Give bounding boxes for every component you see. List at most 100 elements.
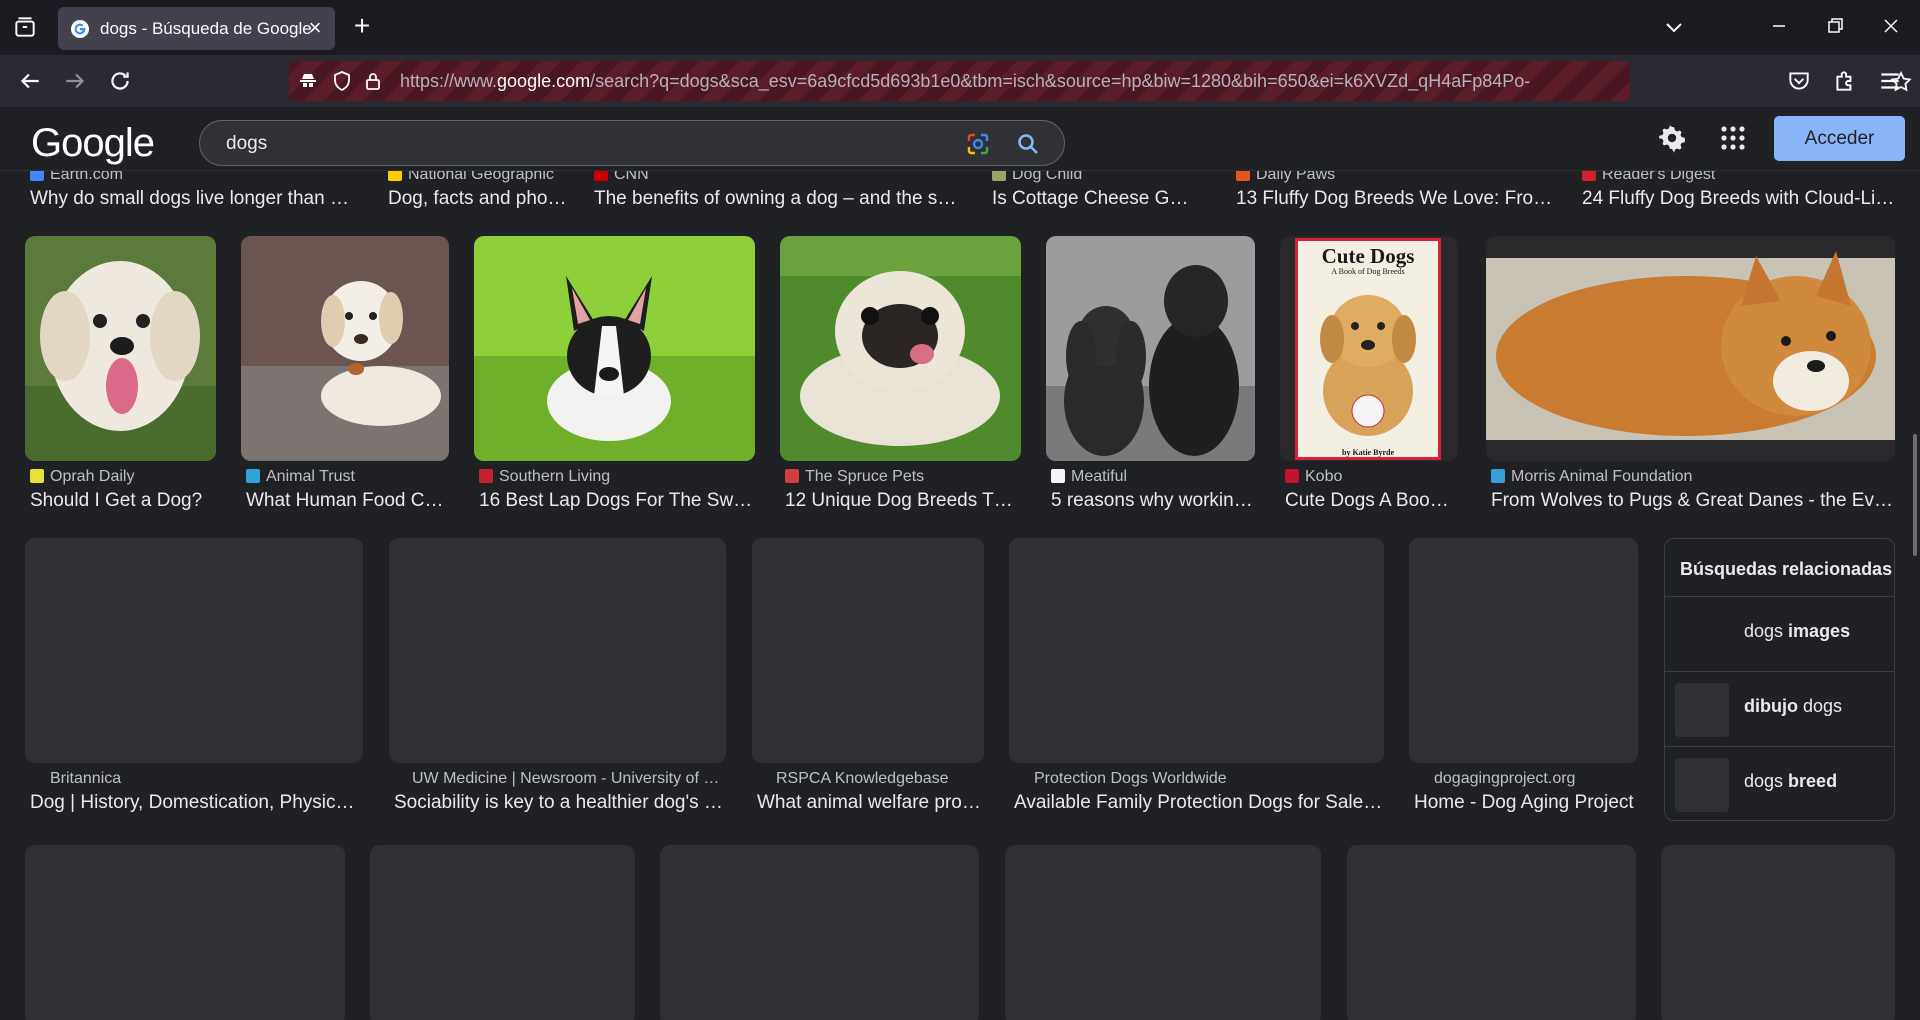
result-card[interactable]: UW Medicine | Newsroom - University of W… <box>389 538 726 813</box>
result-title[interactable]: 16 Best Lap Dogs For The Swee... <box>479 490 754 512</box>
result-card[interactable]: Morris Animal Foundation From Wolves to … <box>1486 236 1895 511</box>
result-title[interactable]: Cute Dogs A Book o... <box>1285 490 1457 512</box>
result-card[interactable] <box>660 845 979 1020</box>
search-box[interactable]: dogs <box>199 120 1065 166</box>
minimize-icon[interactable] <box>1767 14 1791 38</box>
new-tab-icon[interactable]: + <box>350 12 374 40</box>
result-card[interactable]: Reader's Digest 24 Fluffy Dog Breeds wit… <box>1577 171 1897 216</box>
result-card[interactable]: Britannica Dog | History, Domestication,… <box>25 538 363 813</box>
url-bar[interactable]: https://www.google.com/search?q=dogs&sca… <box>289 61 1912 101</box>
apps-grid-icon[interactable] <box>1720 125 1746 151</box>
result-card[interactable] <box>1005 845 1321 1020</box>
result-title[interactable]: From Wolves to Pugs & Great Danes - the … <box>1491 490 1894 512</box>
result-source: Meatiful <box>1051 468 1254 486</box>
active-tab[interactable]: dogs - Búsqueda de Google × <box>58 7 335 50</box>
result-card[interactable]: Oprah Daily Should I Get a Dog? <box>25 236 216 511</box>
page-scrollbar[interactable] <box>1913 434 1917 556</box>
result-card[interactable]: Southern Living 16 Best Lap Dogs For The… <box>474 236 755 511</box>
related-search-item[interactable]: dogs breed <box>1665 746 1894 820</box>
result-thumbnail[interactable] <box>780 236 1021 461</box>
result-title[interactable]: Home - Dog Aging Project <box>1414 792 1639 814</box>
result-title[interactable]: The benefits of owning a dog – and the s… <box>594 188 959 210</box>
forward-arrow-icon[interactable] <box>62 68 88 94</box>
result-card[interactable]: dogagingproject.org Home - Dog Aging Pro… <box>1409 538 1638 813</box>
related-thumbnail <box>1675 683 1729 737</box>
result-title[interactable]: Should I Get a Dog? <box>30 490 215 512</box>
result-card[interactable]: Protection Dogs Worldwide Available Fami… <box>1009 538 1384 813</box>
related-search-item[interactable]: dibujo dogs <box>1665 671 1894 745</box>
private-browsing-icon[interactable] <box>297 70 319 92</box>
chevron-down-icon[interactable] <box>1663 16 1685 38</box>
result-thumbnail[interactable] <box>1409 538 1638 763</box>
result-card[interactable]: Earth.com Why do small dogs live longer … <box>25 171 355 216</box>
result-thumbnail[interactable] <box>1009 538 1384 763</box>
result-thumbnail[interactable] <box>241 236 449 461</box>
result-card[interactable] <box>370 845 635 1020</box>
result-card[interactable]: Dog Child Is Cottage Cheese Good ... <box>987 171 1197 216</box>
result-card[interactable] <box>1347 845 1636 1020</box>
result-title[interactable]: 12 Unique Dog Breeds That... <box>785 490 1020 512</box>
window-close-icon[interactable] <box>1879 14 1903 38</box>
related-search-item[interactable]: dogs images <box>1665 596 1894 670</box>
restore-icon[interactable] <box>1823 14 1847 38</box>
site-favicon-icon <box>594 171 608 181</box>
browser-nav-bar: https://www.google.com/search?q=dogs&sca… <box>0 55 1920 107</box>
result-card[interactable]: Animal Trust What Human Food Can... <box>241 236 449 511</box>
result-card[interactable]: CNN The benefits of owning a dog – and t… <box>589 171 959 216</box>
result-title[interactable]: 5 reasons why working... <box>1051 490 1254 512</box>
extensions-icon[interactable] <box>1832 68 1858 94</box>
search-icon[interactable] <box>1015 131 1041 157</box>
result-title[interactable]: Dog, facts and phot... <box>388 188 568 210</box>
result-title[interactable]: Is Cottage Cheese Good ... <box>992 188 1197 210</box>
result-thumbnail[interactable] <box>474 236 755 461</box>
result-thumbnail[interactable] <box>389 538 726 763</box>
gear-icon[interactable] <box>1657 123 1687 153</box>
result-thumbnail[interactable] <box>370 845 635 1020</box>
url-text[interactable]: https://www.google.com/search?q=dogs&sca… <box>400 71 1530 92</box>
result-title[interactable]: Why do small dogs live longer than lar..… <box>30 188 350 210</box>
result-thumbnail[interactable] <box>660 845 979 1020</box>
result-thumbnail[interactable] <box>752 538 984 763</box>
result-card[interactable]: National Geographic Dog, facts and phot.… <box>383 171 568 216</box>
hamburger-menu-icon[interactable] <box>1877 68 1903 94</box>
result-card[interactable]: The Spruce Pets 12 Unique Dog Breeds Tha… <box>780 236 1021 511</box>
result-title[interactable]: What animal welfare probl... <box>757 792 985 814</box>
related-search-label[interactable]: dogs images <box>1744 621 1850 642</box>
result-title[interactable]: Dog | History, Domestication, Physical .… <box>30 792 360 814</box>
result-title[interactable]: Sociability is key to a healthier dog's … <box>394 792 724 814</box>
google-lens-icon[interactable] <box>965 131 991 157</box>
dog-photo-image <box>25 236 216 461</box>
tab-list-icon[interactable] <box>12 14 38 40</box>
result-thumbnail[interactable]: Cute Dogs A Book of Dog Breeds by Katie … <box>1280 236 1458 461</box>
lock-icon[interactable] <box>362 70 384 92</box>
back-arrow-icon[interactable] <box>17 68 43 94</box>
tab-close-icon[interactable]: × <box>304 17 326 39</box>
related-search-label[interactable]: dogs breed <box>1744 771 1837 792</box>
result-thumbnail[interactable] <box>1005 845 1321 1020</box>
result-card[interactable]: Meatiful 5 reasons why working... <box>1046 236 1255 511</box>
result-thumbnail[interactable] <box>1661 845 1895 1020</box>
result-card[interactable]: Daily Paws 13 Fluffy Dog Breeds We Love:… <box>1231 171 1561 216</box>
result-source: CNN <box>594 171 649 184</box>
result-title[interactable]: What Human Food Can... <box>246 490 448 512</box>
result-thumbnail[interactable] <box>25 845 345 1020</box>
result-thumbnail[interactable] <box>1486 236 1895 461</box>
shield-icon[interactable] <box>331 70 353 92</box>
result-thumbnail[interactable] <box>1046 236 1255 461</box>
result-title[interactable]: Available Family Protection Dogs for Sal… <box>1014 792 1384 814</box>
pocket-icon[interactable] <box>1786 68 1812 94</box>
result-card[interactable] <box>1661 845 1895 1020</box>
result-card[interactable] <box>25 845 345 1020</box>
search-input[interactable]: dogs <box>226 133 267 155</box>
sign-in-button[interactable]: Acceder <box>1774 116 1905 161</box>
result-title[interactable]: 13 Fluffy Dog Breeds We Love: From ... <box>1236 188 1556 210</box>
result-thumbnail[interactable] <box>1347 845 1636 1020</box>
result-card[interactable]: Cute Dogs A Book of Dog Breeds by Katie … <box>1280 236 1458 511</box>
google-logo[interactable]: Google <box>31 121 155 166</box>
result-card[interactable]: RSPCA Knowledgebase What animal welfare … <box>752 538 985 813</box>
result-title[interactable]: 24 Fluffy Dog Breeds with Cloud-Like... <box>1582 188 1897 210</box>
reload-icon[interactable] <box>107 68 133 94</box>
result-thumbnail[interactable] <box>25 538 363 763</box>
result-thumbnail[interactable] <box>25 236 216 461</box>
related-search-label[interactable]: dibujo dogs <box>1744 696 1842 717</box>
